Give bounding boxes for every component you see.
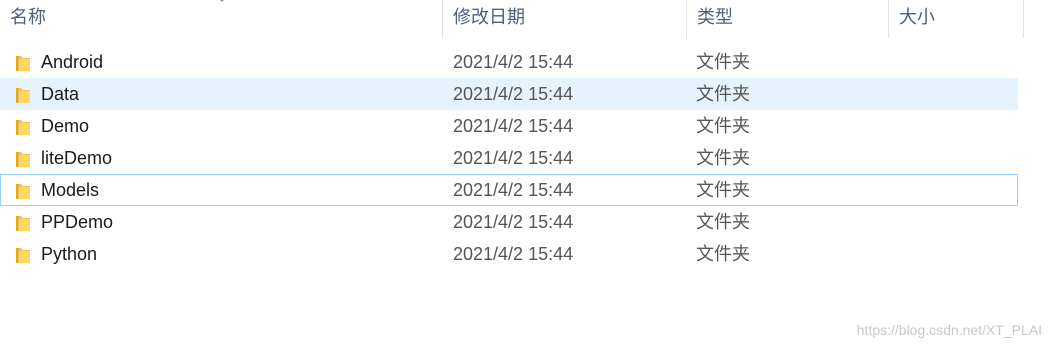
- column-header-type-label: 类型: [697, 7, 733, 27]
- file-modified-date: 2021/4/2 15:44: [453, 116, 574, 136]
- file-type: 文件夹: [696, 84, 750, 104]
- file-type: 文件夹: [696, 244, 750, 264]
- file-row[interactable]: Models 2021/4/2 15:44 文件夹: [0, 174, 1018, 206]
- file-modified-date: 2021/4/2 15:44: [453, 148, 574, 168]
- column-header-size[interactable]: 大小: [888, 0, 1024, 38]
- file-name: Demo: [41, 116, 90, 136]
- sort-arrow-icon: [220, 0, 224, 2]
- folder-icon: [14, 117, 32, 137]
- folder-icon: [14, 149, 32, 169]
- file-row[interactable]: liteDemo 2021/4/2 15:44 文件夹: [0, 142, 1018, 174]
- file-type: 文件夹: [696, 212, 750, 232]
- column-header-name[interactable]: 名称: [0, 0, 442, 38]
- file-row[interactable]: Data 2021/4/2 15:44 文件夹: [0, 78, 1018, 110]
- file-name: Python: [41, 244, 98, 264]
- file-row[interactable]: Demo 2021/4/2 15:44 文件夹: [0, 110, 1018, 142]
- file-name: Android: [41, 52, 104, 72]
- folder-icon: [14, 53, 32, 73]
- column-header-size-label: 大小: [899, 7, 935, 27]
- file-type: 文件夹: [696, 52, 750, 72]
- watermark: https://blog.csdn.net/XT_PLAI: [856, 322, 1042, 338]
- column-header-type[interactable]: 类型: [686, 0, 888, 38]
- folder-icon: [14, 245, 32, 265]
- file-row[interactable]: Android 2021/4/2 15:44 文件夹: [0, 46, 1018, 78]
- folder-icon: [14, 213, 32, 233]
- file-name: Models: [41, 180, 100, 200]
- file-type: 文件夹: [696, 180, 750, 200]
- file-name: PPDemo: [41, 212, 114, 232]
- file-modified-date: 2021/4/2 15:44: [453, 212, 574, 232]
- file-row[interactable]: PPDemo 2021/4/2 15:44 文件夹: [0, 206, 1018, 238]
- file-row[interactable]: Python 2021/4/2 15:44 文件夹: [0, 238, 1018, 270]
- column-header-date[interactable]: 修改日期: [442, 0, 686, 38]
- file-list: Android 2021/4/2 15:44 文件夹 Data 2021/4/2 15:…: [0, 46, 1020, 270]
- folder-icon: [14, 85, 32, 105]
- file-modified-date: 2021/4/2 15:44: [453, 52, 574, 72]
- file-modified-date: 2021/4/2 15:44: [453, 180, 574, 200]
- file-type: 文件夹: [696, 148, 750, 168]
- column-header: 名称 修改日期 类型 大小: [0, 0, 1024, 38]
- file-type: 文件夹: [696, 116, 750, 136]
- folder-icon: [14, 181, 32, 201]
- file-explorer: 名称 修改日期 类型 大小 Android 2021/4/2 15:44 文件夹 Da…: [0, 0, 1052, 346]
- column-header-date-label: 修改日期: [453, 7, 525, 27]
- column-header-name-label: 名称: [10, 7, 46, 27]
- file-modified-date: 2021/4/2 15:44: [453, 244, 574, 264]
- file-name: liteDemo: [41, 148, 113, 168]
- file-modified-date: 2021/4/2 15:44: [453, 84, 574, 104]
- file-name: Data: [41, 84, 80, 104]
